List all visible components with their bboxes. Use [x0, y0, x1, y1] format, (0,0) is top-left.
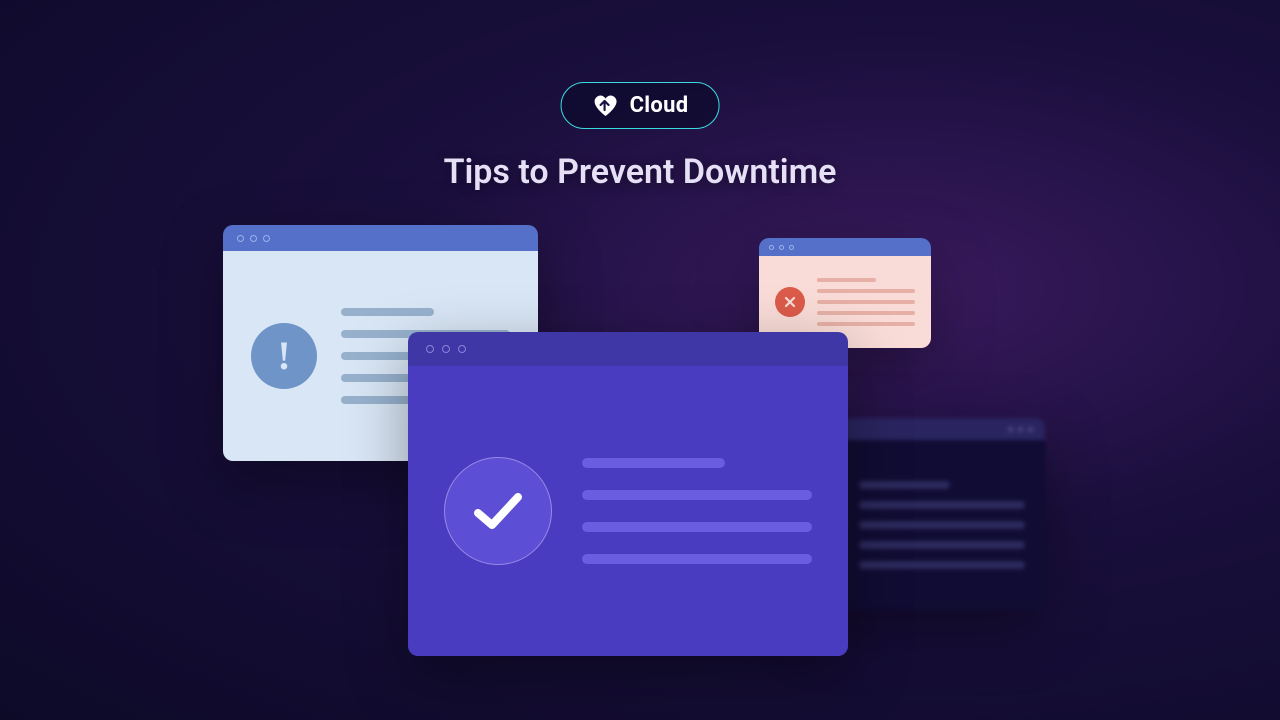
exclamation-glyph: !	[277, 336, 290, 376]
illustration-window-success	[408, 332, 848, 656]
placeholder-line	[859, 561, 1025, 569]
window-body	[408, 366, 848, 656]
traffic-light-dot	[1018, 427, 1023, 432]
exclamation-icon: !	[251, 323, 317, 389]
placeholder-line	[859, 521, 1025, 529]
traffic-light-dot	[263, 235, 270, 242]
placeholder-line	[859, 481, 950, 489]
placeholder-line	[859, 541, 1025, 549]
placeholder-line	[582, 554, 812, 564]
window-titlebar	[223, 225, 538, 251]
traffic-light-dot	[769, 245, 774, 250]
cross-icon	[775, 287, 805, 317]
placeholder-lines	[817, 278, 915, 326]
brand-badge: Cloud	[561, 82, 720, 129]
traffic-light-dot	[1008, 427, 1013, 432]
placeholder-line	[859, 501, 1025, 509]
window-titlebar	[408, 332, 848, 366]
brand-name: Cloud	[630, 93, 689, 118]
traffic-light-dot	[442, 345, 450, 353]
traffic-light-dot	[250, 235, 257, 242]
check-icon	[444, 457, 552, 565]
placeholder-line	[817, 289, 915, 293]
placeholder-line	[582, 458, 725, 468]
placeholder-line	[817, 278, 876, 282]
placeholder-lines	[582, 458, 812, 564]
placeholder-line	[817, 311, 915, 315]
placeholder-line	[341, 308, 434, 316]
traffic-light-dot	[1028, 427, 1033, 432]
traffic-light-dot	[789, 245, 794, 250]
traffic-light-dot	[779, 245, 784, 250]
traffic-light-dot	[237, 235, 244, 242]
page-title: Tips to Prevent Downtime	[444, 152, 837, 192]
placeholder-line	[582, 522, 812, 532]
placeholder-lines	[859, 481, 1025, 569]
traffic-light-dot	[458, 345, 466, 353]
placeholder-line	[817, 322, 915, 326]
brand-heart-icon	[592, 94, 620, 118]
placeholder-line	[582, 490, 812, 500]
window-titlebar	[759, 238, 931, 256]
traffic-light-dot	[426, 345, 434, 353]
placeholder-line	[817, 300, 915, 304]
